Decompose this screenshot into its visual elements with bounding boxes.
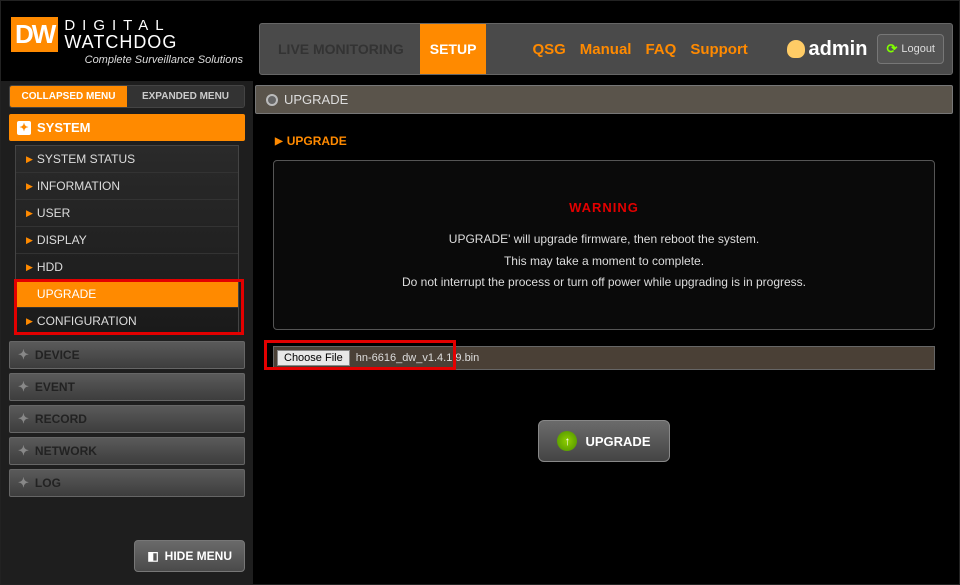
breadcrumb-icon — [266, 94, 278, 106]
caret-icon: ▶ — [26, 262, 33, 273]
logo-line1: DIGITAL — [64, 18, 177, 33]
logo-tagline: Complete Surveillance Solutions — [11, 54, 243, 66]
breadcrumb-label: UPGRADE — [284, 92, 348, 107]
current-user[interactable]: admin — [787, 38, 868, 61]
logout-button[interactable]: ⟳ Logout — [877, 34, 944, 64]
sidebar-item-user[interactable]: ▶USER — [16, 200, 238, 227]
caret-icon: ▶ — [26, 208, 33, 219]
sidebar-item-configuration[interactable]: ▶CONFIGURATION — [16, 308, 238, 334]
caret-icon: ▶ — [26, 154, 33, 165]
menu-group-device[interactable]: ✦DEVICE — [9, 341, 245, 369]
tab-live-monitoring[interactable]: LIVE MONITORING — [268, 24, 414, 74]
section-title: ▶ UPGRADE — [275, 134, 953, 148]
menu-group-record[interactable]: ✦RECORD — [9, 405, 245, 433]
menu-group-system[interactable]: ✦ SYSTEM — [9, 114, 245, 141]
menu-group-log[interactable]: ✦LOG — [9, 469, 245, 497]
header-links: QSG Manual FAQ Support — [532, 41, 747, 58]
warning-line: UPGRADE' will upgrade firmware, then reb… — [449, 229, 759, 251]
warning-line: Do not interrupt the process or turn off… — [402, 272, 806, 294]
sidebar: COLLAPSED MENU EXPANDED MENU ✦ SYSTEM ▶S… — [1, 81, 253, 584]
expand-icon: ✦ — [18, 379, 29, 395]
sidebar-item-information[interactable]: ▶INFORMATION — [16, 173, 238, 200]
hide-label: HIDE MENU — [165, 549, 232, 563]
upgrade-button[interactable]: ↑ UPGRADE — [538, 420, 669, 462]
link-manual[interactable]: Manual — [580, 41, 632, 58]
expand-icon: ✦ — [18, 347, 29, 363]
logo-abbrev: DW — [11, 17, 58, 52]
warning-label: WARNING — [569, 196, 639, 219]
menu-group-network[interactable]: ✦NETWORK — [9, 437, 245, 465]
hide-icon: ◧ — [147, 549, 158, 563]
menu-toggle: COLLAPSED MENU EXPANDED MENU — [9, 85, 245, 108]
caret-icon: ▶ — [26, 316, 33, 327]
sidebar-item-upgrade[interactable]: ▶UPGRADE — [16, 281, 238, 308]
sidebar-item-display[interactable]: ▶DISPLAY — [16, 227, 238, 254]
user-icon — [787, 40, 805, 58]
user-label: admin — [809, 38, 868, 61]
choose-file-button[interactable]: Choose File — [277, 350, 350, 366]
toggle-expanded[interactable]: EXPANDED MENU — [127, 86, 244, 107]
brand-logo: DW DIGITAL WATCHDOG Complete Surveillanc… — [1, 1, 253, 81]
breadcrumb: UPGRADE — [255, 85, 953, 114]
file-select-row: Choose File hn-6616_dw_v1.4.1.9.bin — [273, 346, 935, 370]
expand-icon: ✦ — [18, 475, 29, 491]
main-content: UPGRADE ▶ UPGRADE WARNING UPGRADE' will … — [253, 81, 959, 584]
link-support[interactable]: Support — [690, 41, 748, 58]
upgrade-button-label: UPGRADE — [585, 434, 650, 449]
caret-icon: ▶ — [26, 181, 33, 192]
tab-setup[interactable]: SETUP — [420, 24, 487, 74]
sidebar-item-hdd[interactable]: ▶HDD — [16, 254, 238, 281]
menu-label: SYSTEM — [37, 120, 90, 135]
logout-label: Logout — [901, 43, 935, 55]
warning-line: This may take a moment to complete. — [504, 251, 704, 273]
selected-filename: hn-6616_dw_v1.4.1.9.bin — [356, 352, 480, 364]
submenu-system: ▶SYSTEM STATUS ▶INFORMATION ▶USER ▶DISPL… — [15, 145, 239, 335]
logo-line2: WATCHDOG — [64, 33, 177, 51]
expand-icon: ✦ — [17, 121, 31, 135]
caret-icon: ▶ — [275, 136, 283, 147]
sidebar-item-system-status[interactable]: ▶SYSTEM STATUS — [16, 146, 238, 173]
expand-icon: ✦ — [18, 411, 29, 427]
header-bar: LIVE MONITORING SETUP QSG Manual FAQ Sup… — [259, 23, 953, 75]
link-faq[interactable]: FAQ — [645, 41, 676, 58]
toggle-collapsed[interactable]: COLLAPSED MENU — [10, 86, 127, 107]
caret-icon: ▶ — [26, 289, 33, 300]
upload-icon: ↑ — [557, 431, 577, 451]
expand-icon: ✦ — [18, 443, 29, 459]
caret-icon: ▶ — [26, 235, 33, 246]
link-qsg[interactable]: QSG — [532, 41, 565, 58]
warning-panel: WARNING UPGRADE' will upgrade firmware, … — [273, 160, 935, 330]
menu-group-event[interactable]: ✦EVENT — [9, 373, 245, 401]
logout-icon: ⟳ — [886, 41, 897, 57]
hide-menu-button[interactable]: ◧ HIDE MENU — [134, 540, 245, 572]
